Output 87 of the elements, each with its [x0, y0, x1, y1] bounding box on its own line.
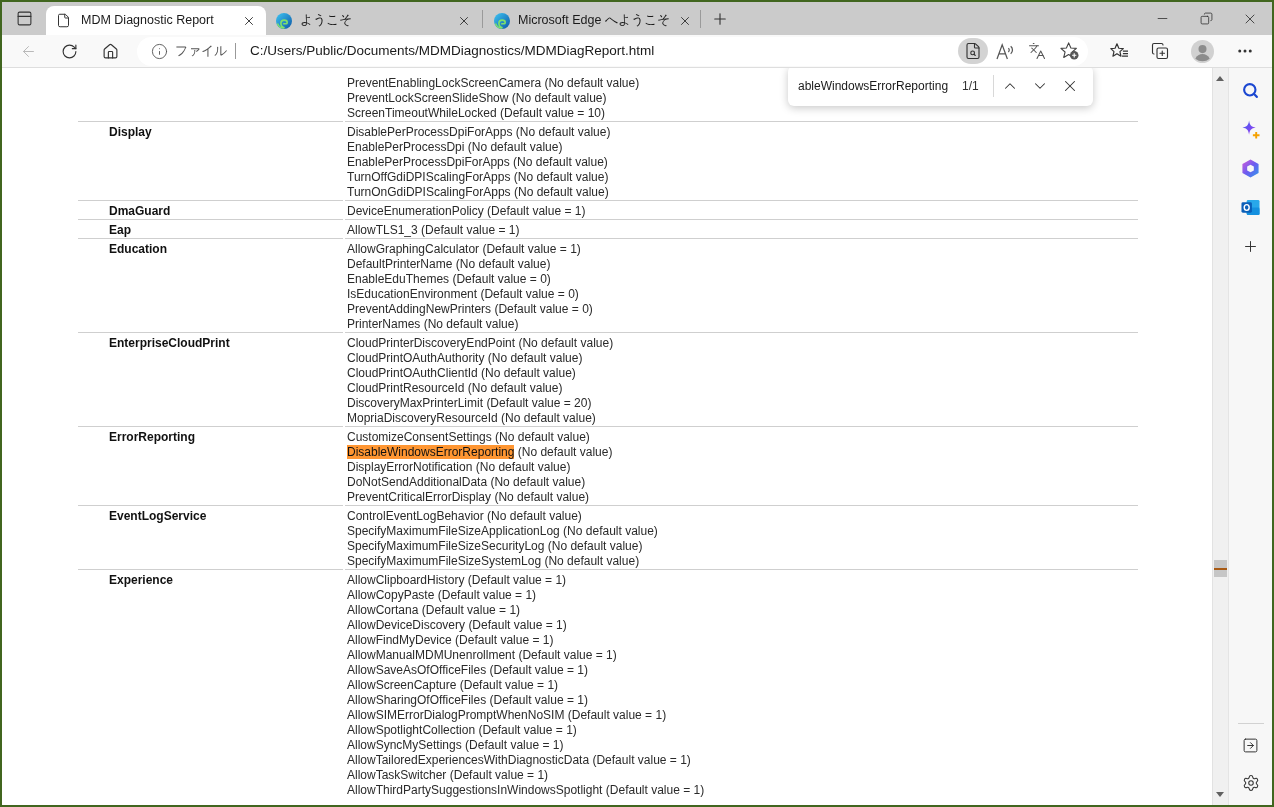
policy-setting-text: PreventCriticalErrorDisplay (No default value) [347, 490, 590, 505]
find-input[interactable]: ableWindowsErrorReporting [798, 74, 956, 98]
policy-setting-text: DisplayErrorNotification (No default value) [347, 460, 571, 475]
avatar-icon[interactable] [1191, 39, 1214, 63]
scrollbar-thumb[interactable] [1214, 560, 1227, 577]
policy-area-label: Eap [109, 223, 131, 237]
collections-icon[interactable] [1151, 42, 1169, 60]
policy-setting-text: AllowGraphingCalculator (Default value = 1) [347, 242, 581, 257]
policy-setting-text: CloudPrinterDiscoveryEndPoint (No default value) [347, 336, 614, 351]
policy-area-label: EventLogService [109, 509, 207, 523]
policy-setting-text: DiscoveryMaxPrinterLimit (Default value = 20) [347, 396, 592, 411]
policy-setting-text: DisableWindowsErrorReporting (No default value) [347, 445, 613, 460]
policy-setting-text: CustomizeConsentSettings (No default value) [347, 430, 590, 445]
policy-setting-text: PreventEnablingLockScreenCamera (No default value) [347, 76, 640, 91]
policy-setting-text: EnablePerProcessDpi (No default value) [347, 140, 563, 155]
policy-setting-text: AllowCortana (Default value = 1) [347, 603, 521, 618]
search-icon[interactable] [1242, 81, 1259, 99]
policy-setting-text: AllowSpotlightCollection (Default value = 1) [347, 723, 577, 738]
policy-setting-text: DefaultPrinterName (No default value) [347, 257, 551, 272]
policy-setting-text: AllowTailoredExperiencesWithDiagnosticData (Default value = 1) [347, 753, 691, 768]
policy-setting-text: CloudPrintOAuthClientId (No default value) [347, 366, 576, 381]
policy-area-label: DmaGuard [109, 204, 171, 218]
policy-setting-text: CloudPrintResourceId (No default value) [347, 381, 563, 396]
restore-icon[interactable] [1199, 12, 1213, 25]
policy-area-label: Experience [109, 573, 174, 587]
window-icon[interactable] [15, 10, 33, 27]
policy-setting-text: IsEducationEnvironment (Default value = 0) [347, 287, 579, 302]
browser-tab[interactable]: MDM Diagnostic Report [46, 6, 266, 35]
translate-icon [1028, 42, 1046, 60]
hexagon-app-icon[interactable] [1241, 158, 1260, 178]
mail-app-icon[interactable] [1241, 197, 1260, 217]
settings-icon[interactable] [1241, 774, 1260, 792]
policy-setting-text: AllowSyncMySettings (Default value = 1) [347, 738, 564, 753]
policy-setting-text: AllowSaveAsOfOfficeFiles (Default value = 1) [347, 663, 588, 678]
policy-setting-text: EnableEduThemes (Default value = 0) [347, 272, 551, 287]
policy-setting-text: AllowFindMyDevice (Default value = 1) [347, 633, 554, 648]
scroll-down-icon[interactable] [1216, 792, 1224, 797]
policy-setting-text: DisablePerProcessDpiForApps (No default value) [347, 125, 611, 140]
policy-setting-text: MopriaDiscoveryResourceId (No default value) [347, 411, 596, 426]
find-in-page-button[interactable] [958, 38, 988, 64]
policy-area-label: EnterpriseCloudPrint [109, 336, 230, 350]
policy-setting-text: ControlEventLogBehavior (No default value) [347, 509, 582, 524]
policy-setting-text: AllowThirdPartySuggestionsInWindowsSpotlight (Default value = 1) [347, 783, 705, 798]
policy-setting-text: TurnOnGdiDPIScalingForApps (No default value) [347, 185, 609, 200]
policy-setting-text: AllowTaskSwitcher (Default value = 1) [347, 768, 549, 783]
policy-setting-text: PrinterNames (No default value) [347, 317, 519, 332]
address-field[interactable]: ファイル C:/Users/Public/Documents/MDMDiagnostics/MDMDiagReport.html [137, 36, 1088, 66]
policy-setting-text: AllowSharingOfOfficeFiles (Default value = 1) [347, 693, 588, 708]
policy-setting-text: AllowDeviceDiscovery (Default value = 1) [347, 618, 567, 633]
star-plus-icon [1059, 42, 1079, 60]
policy-setting-text: AllowManualMDMUnenrollment (Default value = 1) [347, 648, 617, 663]
browser-logo-icon [494, 12, 510, 29]
policy-setting-text: AllowTLS1_3 (Default value = 1) [347, 223, 520, 238]
browser-tab[interactable]: ようこそ [266, 6, 481, 35]
policy-setting-text: TurnOffGdiDPIScalingForApps (No default value) [347, 170, 609, 185]
policy-setting-text: SpecifyMaximumFileSizeSecurityLog (No default value) [347, 539, 643, 554]
policy-setting-text: AllowScreenCapture (Default value = 1) [347, 678, 559, 693]
policy-setting-text: AllowCopyPaste (Default value = 1) [347, 588, 537, 603]
policy-setting-text: ScreenTimeoutWhileLocked (Default value = 10) [347, 106, 606, 121]
policy-setting-text: DoNotSendAdditionalData (No default value) [347, 475, 586, 490]
browser-tab[interactable]: Microsoft Edge へようこそ [484, 6, 699, 35]
policy-setting-text: SpecifyMaximumFileSizeApplicationLog (No default value) [347, 524, 658, 539]
browser-logo-icon [276, 12, 292, 29]
page-search-icon [964, 42, 982, 60]
url-text: C:/Users/Public/Documents/MDMDiagnostics/MDMDiagReport.html [250, 41, 655, 60]
policy-area-label: ErrorReporting [109, 430, 195, 444]
policy-setting-text: PreventLockScreenSlideShow (No default value) [347, 91, 607, 106]
policy-setting-text: EnablePerProcessDpiForApps (No default value) [347, 155, 608, 170]
policy-area-label: Education [109, 242, 167, 256]
policy-area-label: Display [109, 125, 152, 139]
sparkle-icon[interactable] [1241, 119, 1260, 139]
policy-setting-text: CloudPrintOAuthAuthority (No default value) [347, 351, 583, 366]
refresh-icon[interactable] [61, 42, 78, 60]
policy-setting-text: SpecifyMaximumFileSizeSystemLog (No default value) [347, 554, 640, 569]
scheme-label: ファイル [175, 42, 227, 61]
read-aloud-icon [995, 42, 1015, 60]
star-list-icon[interactable] [1110, 42, 1129, 60]
info-icon[interactable] [151, 42, 168, 60]
match-count: 1/1 [962, 78, 979, 95]
policy-setting-text: PreventAddingNewPrinters (Default value = 0) [347, 302, 593, 317]
policy-setting-text: DeviceEnumerationPolicy (Default value = 1) [347, 204, 586, 219]
page-icon [56, 13, 71, 28]
policy-setting-text: AllowClipboardHistory (Default value = 1) [347, 573, 567, 588]
scroll-up-icon[interactable] [1216, 76, 1224, 81]
home-icon[interactable] [102, 42, 119, 60]
scrollbar[interactable] [1212, 68, 1228, 805]
policy-setting-text: AllowSIMErrorDialogPromptWhenNoSIM (Default value = 1) [347, 708, 667, 723]
